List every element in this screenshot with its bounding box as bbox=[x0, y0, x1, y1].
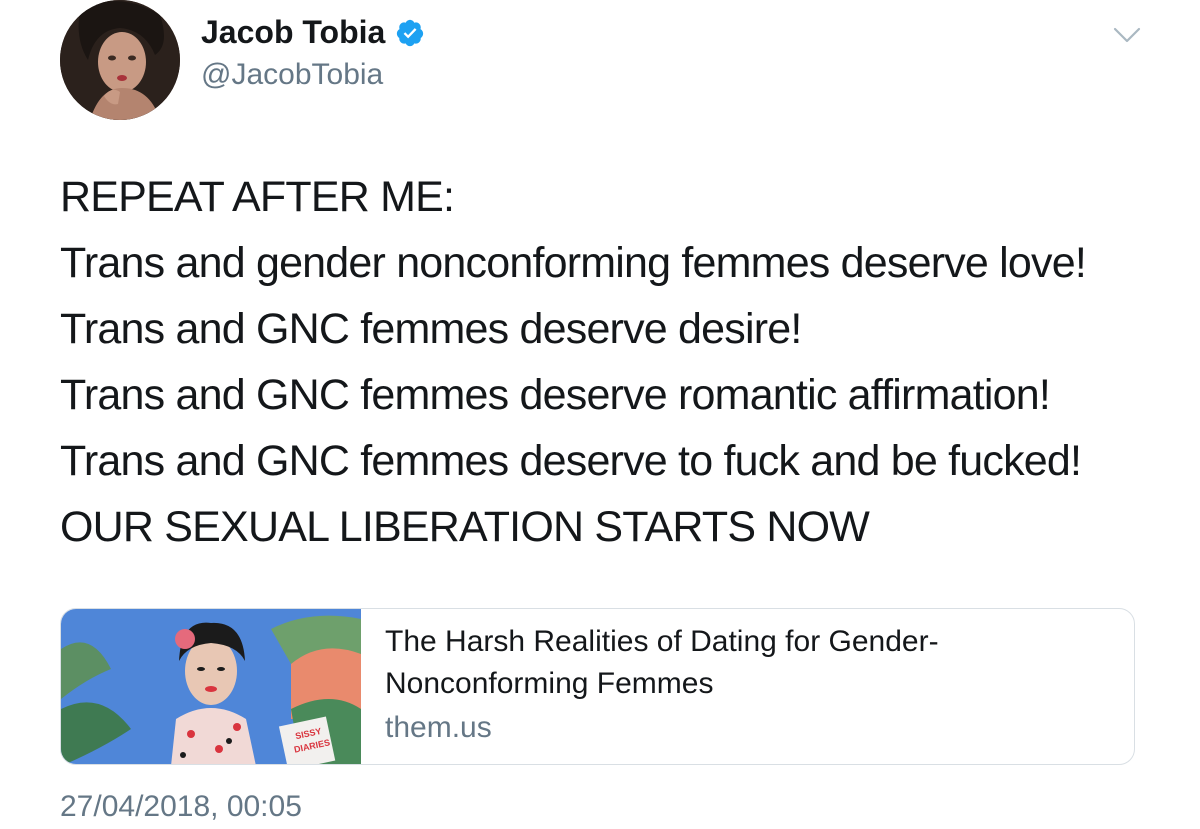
author-name-text[interactable]: Jacob Tobia bbox=[201, 14, 385, 51]
tweet-line: Trans and GNC femmes deserve to fuck and… bbox=[60, 437, 1082, 485]
chevron-down-icon[interactable] bbox=[1112, 24, 1142, 46]
tweet-text: REPEAT AFTER ME: Trans and gender noncon… bbox=[60, 164, 1160, 560]
card-body: The Harsh Realities of Dating for Gender… bbox=[361, 609, 1134, 764]
card-domain[interactable]: them.us bbox=[385, 711, 1112, 745]
tweet-line: Trans and gender nonconforming femmes de… bbox=[60, 239, 1087, 287]
tweet-line: Trans and GNC femmes deserve romantic af… bbox=[60, 371, 1051, 419]
tweet-line: Trans and GNC femmes deserve desire! bbox=[60, 305, 802, 353]
author-name[interactable]: Jacob Tobia bbox=[201, 14, 425, 51]
tweet-view: Jacob Tobia @JacobTobia REPEAT AFTER ME:… bbox=[0, 0, 1200, 829]
author-handle[interactable]: @JacobTobia bbox=[201, 58, 383, 92]
avatar[interactable] bbox=[60, 0, 180, 120]
card-thumbnail: SISSY DIARIES bbox=[61, 609, 361, 764]
tweet-line: OUR SEXUAL LIBERATION STARTS NOW bbox=[60, 503, 870, 551]
card-title[interactable]: The Harsh Realities of Dating for Gender… bbox=[385, 621, 1112, 705]
timestamp[interactable]: 27/04/2018, 00:05 bbox=[60, 790, 302, 824]
tweet-line: REPEAT AFTER ME: bbox=[60, 173, 455, 221]
avatar-image bbox=[60, 0, 180, 120]
verified-badge-icon bbox=[395, 18, 425, 48]
link-card[interactable]: SISSY DIARIES The Harsh Realities of Dat… bbox=[60, 608, 1135, 765]
